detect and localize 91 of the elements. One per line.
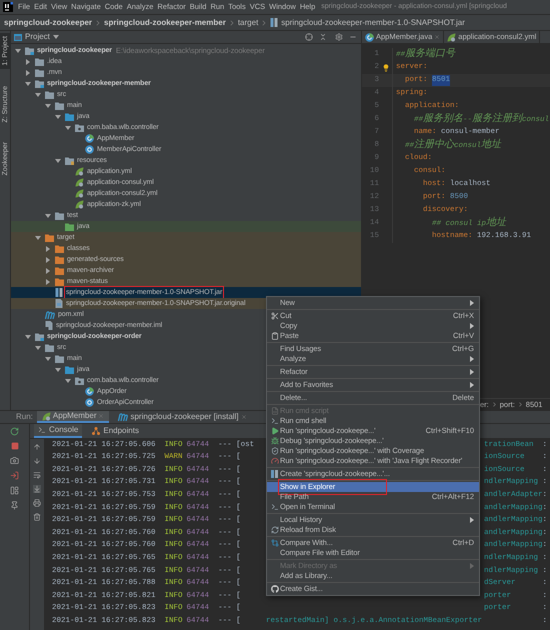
- class-icon: [365, 32, 374, 42]
- collapse-arrow-icon[interactable]: [45, 256, 51, 262]
- panel-icon: [14, 34, 22, 40]
- run-icon: [270, 427, 278, 435]
- maven-icon: [118, 413, 128, 421]
- collapse-arrow-icon[interactable]: [45, 268, 51, 274]
- compare-icon: [270, 539, 278, 547]
- breadcrumb-item[interactable]: target: [238, 16, 258, 28]
- console-tab[interactable]: Endpoints: [88, 424, 143, 438]
- chevron-icon: [516, 401, 524, 408]
- print-icon[interactable]: [33, 499, 41, 507]
- run-label: Run:: [16, 411, 33, 423]
- leaf-icon: [447, 32, 456, 42]
- collapse-arrow-icon[interactable]: [25, 58, 31, 64]
- arrow-up-icon[interactable]: [33, 443, 41, 451]
- console-tab[interactable]: Console: [34, 424, 82, 438]
- clipboard-icon: [270, 332, 278, 340]
- settings-icon[interactable]: [335, 33, 343, 41]
- class-icon: [85, 387, 94, 396]
- collapse-all-icon[interactable]: [319, 33, 327, 41]
- script-icon: [270, 407, 278, 415]
- breadcrumb-item[interactable]: springcloud-zookeeper: [4, 16, 92, 28]
- expand-arrow-icon[interactable]: [45, 102, 51, 108]
- expand-arrow-icon[interactable]: [65, 378, 71, 384]
- terminal-icon: [270, 503, 278, 511]
- leaf-icon: [75, 167, 84, 176]
- console-icon: [38, 426, 46, 434]
- lightbulb-icon[interactable]: [382, 64, 390, 72]
- collapse-arrow-icon[interactable]: [45, 246, 51, 252]
- jar-icon: [271, 470, 278, 478]
- leaf-icon: [42, 412, 51, 420]
- expand-arrow-icon[interactable]: [55, 158, 61, 164]
- class-icon: [85, 134, 94, 143]
- expand-arrow-icon[interactable]: [35, 92, 41, 98]
- endpoints-icon: [92, 427, 100, 435]
- breadcrumb-item[interactable]: springcloud-zookeeper-member: [104, 16, 226, 28]
- trash-icon[interactable]: [33, 513, 41, 521]
- expand-arrow-icon[interactable]: [35, 234, 41, 240]
- scroll-to-end-icon[interactable]: [33, 485, 41, 493]
- file-icon: [55, 299, 63, 308]
- panel-title[interactable]: Project: [25, 31, 50, 43]
- run-tab[interactable]: AppMember: [36, 411, 110, 423]
- terminal-icon: [270, 417, 278, 425]
- leaf-icon: [75, 200, 84, 209]
- dropdown-caret-icon[interactable]: [52, 35, 59, 39]
- jar-icon: [55, 288, 63, 297]
- expand-arrow-icon[interactable]: [45, 212, 51, 218]
- collapse-arrow-icon[interactable]: [45, 278, 51, 284]
- reload-icon: [270, 526, 278, 534]
- expand-arrow-icon[interactable]: [45, 356, 51, 362]
- run-tab[interactable]: springcloud-zookeeper [install]: [113, 411, 252, 423]
- exit-icon[interactable]: [10, 471, 19, 480]
- collapse-arrow-icon[interactable]: [25, 70, 31, 76]
- github-icon: [270, 585, 278, 593]
- soft-wrap-icon[interactable]: [33, 471, 41, 479]
- expand-arrow-icon[interactable]: [55, 366, 61, 372]
- expand-arrow-icon[interactable]: [25, 80, 31, 86]
- chevron-icon: [490, 401, 498, 408]
- package-icon: [75, 124, 84, 132]
- stop-icon[interactable]: [10, 442, 18, 450]
- coverage-icon: [270, 447, 278, 455]
- debug-icon: [270, 437, 278, 445]
- app-logo-icon: [3, 2, 13, 12]
- jar-icon: [270, 18, 278, 27]
- expand-arrow-icon[interactable]: [15, 48, 21, 54]
- module-folder-icon: [25, 46, 34, 54]
- folder-icon: [65, 156, 74, 164]
- profiler-icon: [270, 457, 278, 465]
- expand-arrow-icon[interactable]: [55, 114, 61, 120]
- rerun-icon[interactable]: [10, 427, 19, 436]
- module-folder-icon: [35, 332, 44, 340]
- scissors-icon: [270, 312, 278, 320]
- close-icon[interactable]: [240, 414, 247, 420]
- breadcrumb-item[interactable]: springcloud-zookeeper-member-1.0-SNAPSHOT.jar: [281, 16, 465, 28]
- module-folder-icon: [35, 80, 44, 88]
- close-icon[interactable]: [434, 34, 440, 40]
- maven-icon: [45, 310, 55, 318]
- pin-icon[interactable]: [10, 501, 19, 510]
- arrow-down-icon[interactable]: [33, 457, 41, 465]
- leaf-icon: [75, 178, 84, 187]
- camera-icon[interactable]: [10, 456, 19, 465]
- layout-icon[interactable]: [10, 486, 19, 495]
- package-icon: [75, 376, 84, 384]
- expand-arrow-icon[interactable]: [25, 334, 31, 340]
- locate-icon[interactable]: [305, 33, 313, 41]
- expand-arrow-icon[interactable]: [65, 124, 71, 130]
- class-icon: [85, 145, 94, 154]
- file-icon: [45, 321, 53, 330]
- leaf-icon: [75, 189, 84, 198]
- expand-arrow-icon[interactable]: [35, 344, 41, 350]
- class-icon: [85, 398, 94, 407]
